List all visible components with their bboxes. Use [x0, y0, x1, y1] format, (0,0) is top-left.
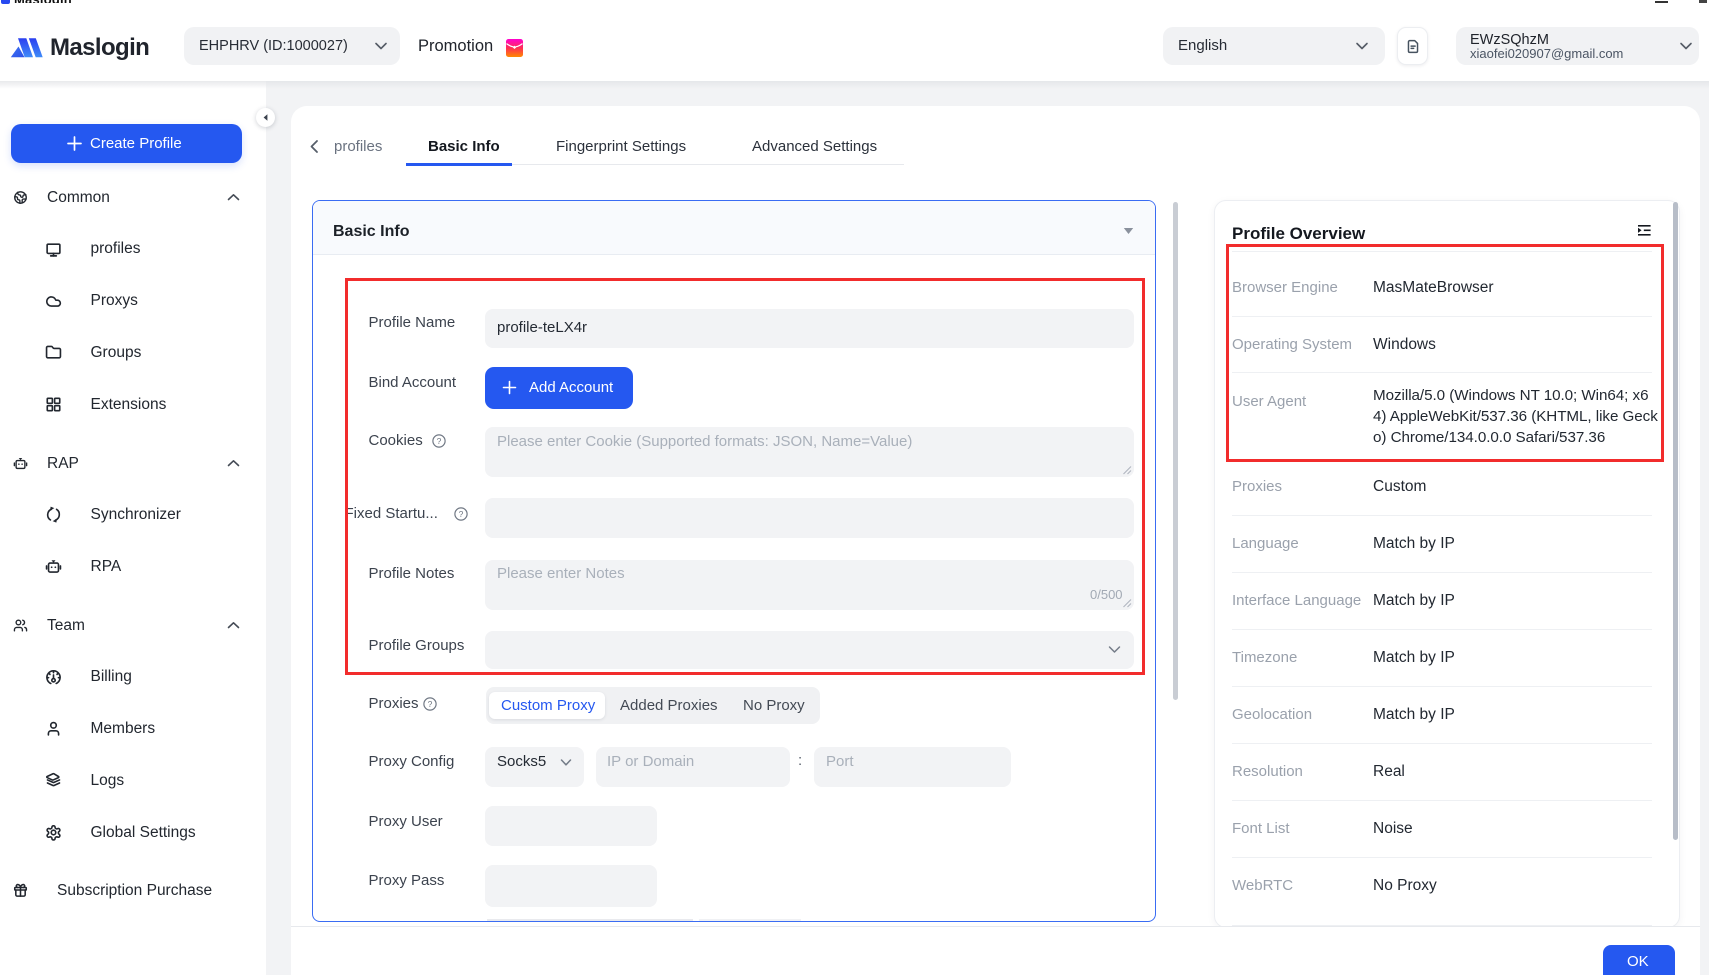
svg-text:?: ?: [428, 698, 433, 708]
